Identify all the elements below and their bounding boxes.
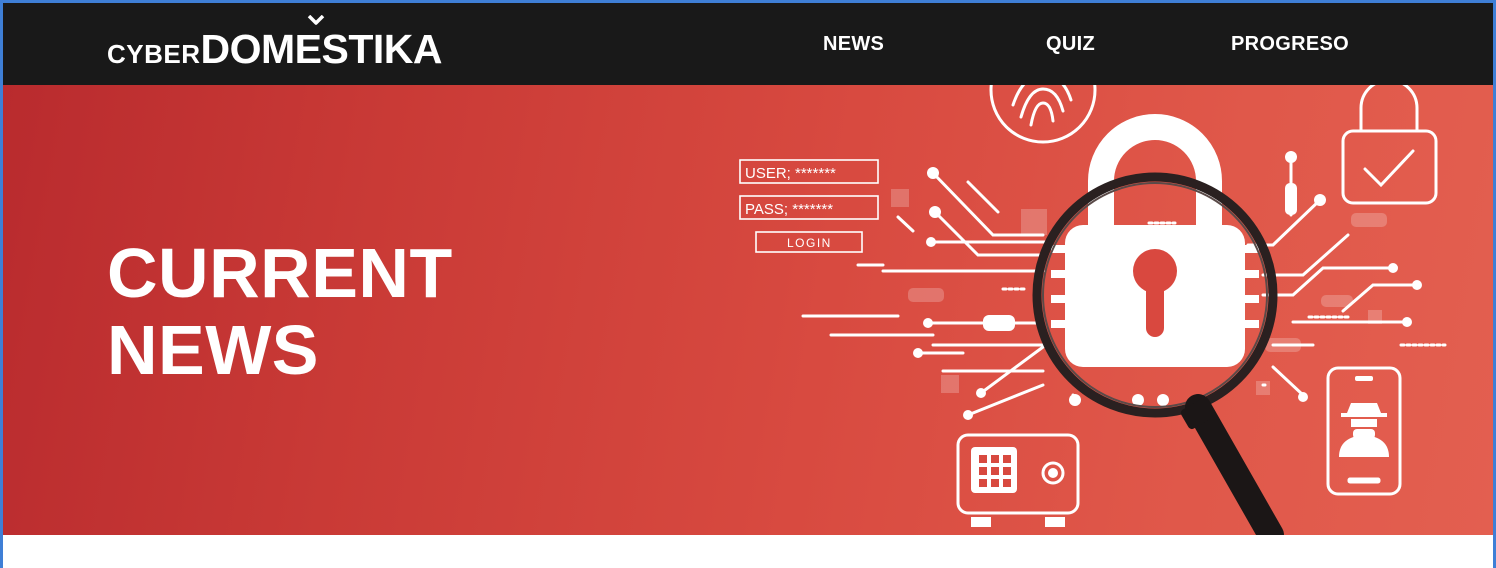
lock-check-icon bbox=[1341, 85, 1438, 205]
user-field-text: USER; ******* bbox=[745, 165, 836, 182]
login-button-text: LOGIN bbox=[787, 236, 832, 250]
fingerprint-icon bbox=[989, 85, 1097, 144]
top-navbar: CYBER DOMESTIKA NEWS QUIZ PROGRESO bbox=[3, 3, 1493, 85]
brand-prefix: CYBER bbox=[107, 39, 201, 69]
pass-field-text: PASS; ******* bbox=[745, 201, 833, 218]
login-form-graphic: USER; ******* PASS; ******* LOGIN bbox=[739, 159, 879, 253]
brand-logo[interactable]: CYBER DOMESTIKA bbox=[107, 15, 443, 73]
nav-link-news[interactable]: NEWS bbox=[823, 33, 884, 56]
padlock-icon bbox=[1051, 114, 1259, 367]
safe-icon bbox=[956, 433, 1080, 527]
hero-banner: USER; ******* PASS; ******* LOGIN CURREN… bbox=[3, 85, 1493, 535]
hero-title: CURRENT NEWS bbox=[107, 235, 453, 389]
content-area bbox=[3, 535, 1493, 568]
hero-title-line2: NEWS bbox=[107, 311, 319, 389]
nav-link-progreso[interactable]: PROGRESO bbox=[1231, 33, 1349, 56]
caron-accent-icon bbox=[307, 15, 325, 25]
nav-link-quiz[interactable]: QUIZ bbox=[1046, 33, 1095, 56]
brand-name: DOMESTIKA bbox=[200, 26, 443, 72]
browser-frame: CYBER DOMESTIKA NEWS QUIZ PROGRESO USER;… bbox=[0, 0, 1496, 568]
smartphone-spy-icon bbox=[1326, 366, 1402, 496]
hero-title-line1: CURRENT bbox=[107, 234, 453, 312]
